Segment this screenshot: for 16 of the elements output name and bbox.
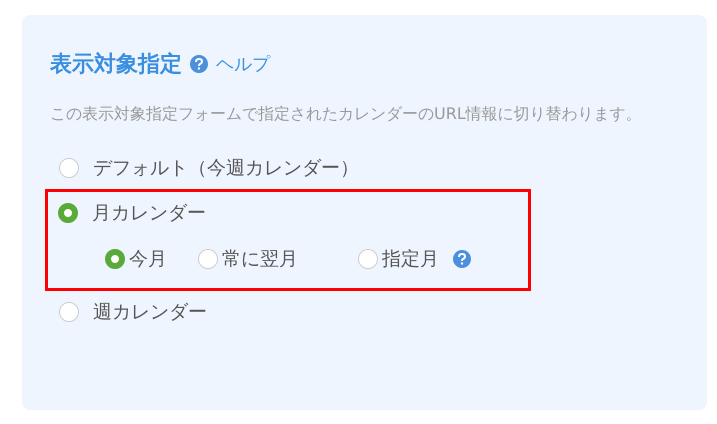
radio-button[interactable] xyxy=(105,249,125,269)
help-icon[interactable] xyxy=(453,250,471,268)
radio-option[interactable]: 週カレンダー xyxy=(49,291,207,333)
radio-option[interactable]: デフォルト（今週カレンダー） xyxy=(49,147,359,189)
radio-label[interactable]: 常に翌月 xyxy=(222,246,298,272)
radio-button[interactable] xyxy=(58,203,78,223)
radio-button[interactable] xyxy=(59,302,79,322)
radio-label[interactable]: 指定月 xyxy=(382,246,439,272)
radio-label[interactable]: 今月 xyxy=(129,246,167,272)
radio-button[interactable] xyxy=(358,249,378,269)
help-icon[interactable] xyxy=(190,55,208,73)
description: この表示対象指定フォームで指定されたカレンダーのURL情報に切り替わります。 xyxy=(50,103,643,125)
radio-button[interactable] xyxy=(59,158,79,178)
radio-option[interactable]: 月カレンダー xyxy=(48,192,206,234)
section-title: 表示対象指定 xyxy=(50,50,182,79)
radio-button[interactable] xyxy=(198,249,218,269)
